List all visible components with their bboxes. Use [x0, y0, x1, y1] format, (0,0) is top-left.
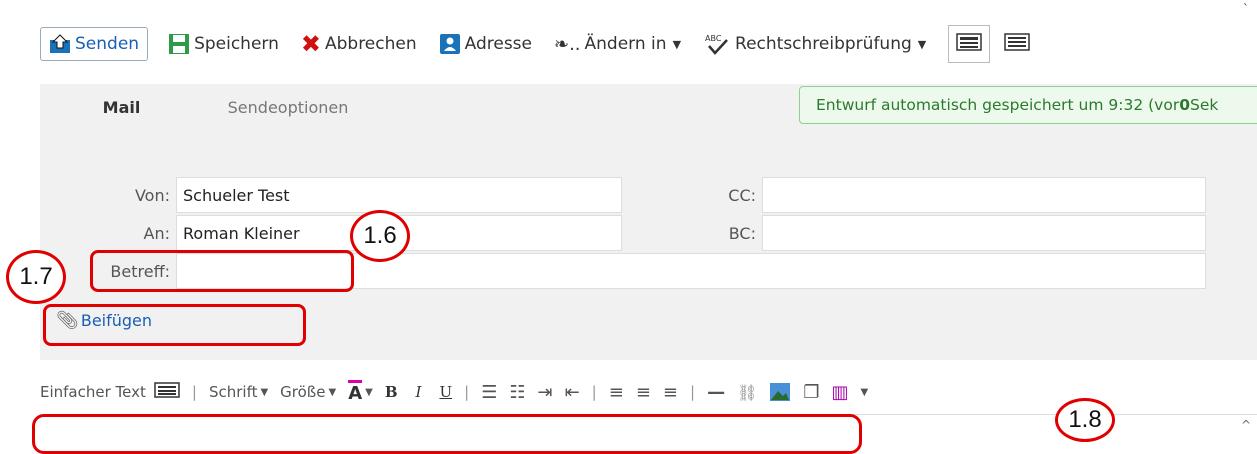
- save-label: Speichern: [194, 34, 279, 54]
- align-center-icon[interactable]: ≡: [636, 382, 651, 403]
- cc-label: CC:: [728, 186, 756, 205]
- horizontal-rule-icon[interactable]: —: [707, 382, 725, 403]
- chevron-down-icon: ▼: [860, 386, 869, 398]
- spellcheck-label: Rechtschreibprüfung: [735, 34, 912, 54]
- annotation-1-8: 1.8: [1055, 398, 1115, 442]
- address-label: Adresse: [464, 34, 532, 54]
- underline-button[interactable]: U: [439, 383, 452, 401]
- view-text-button[interactable]: [996, 25, 1039, 63]
- separator: |: [191, 383, 197, 401]
- rich-view-icon: [956, 32, 982, 56]
- font-label: Schrift: [208, 383, 258, 401]
- indent-icon[interactable]: ⇥: [537, 382, 552, 403]
- floppy-icon: [168, 33, 190, 55]
- cc-field[interactable]: [762, 177, 1206, 213]
- autosave-status: Entwurf automatisch gespeichert um 9:32 …: [799, 86, 1257, 124]
- send-button[interactable]: Senden: [40, 27, 149, 61]
- annotation-1-7: 1.7: [6, 250, 66, 304]
- from-value: Schueler Test: [183, 185, 290, 205]
- font-dropdown[interactable]: Schrift ▼: [209, 383, 268, 401]
- send-icon: [49, 34, 71, 54]
- chevron-down-icon: ▼: [328, 386, 337, 398]
- bc-label: BC:: [728, 224, 756, 243]
- from-field[interactable]: Schueler Test: [176, 177, 622, 213]
- text-color-button[interactable]: A ▼: [348, 380, 373, 404]
- bold-button[interactable]: B: [385, 383, 398, 401]
- separator: |: [591, 383, 597, 401]
- address-button[interactable]: Adresse: [439, 33, 532, 55]
- status-prefix: Entwurf automatisch gespeichert um 9:32 …: [816, 96, 1180, 114]
- text-color-icon: A: [348, 380, 363, 404]
- size-dropdown[interactable]: Größe ▼: [280, 383, 336, 401]
- link-icon[interactable]: ⛓: [737, 383, 757, 402]
- compose-toolbar: Senden Speichern ✖ Abbrechen Adresse ❧..…: [40, 14, 1257, 74]
- send-label: Senden: [75, 34, 140, 54]
- save-button[interactable]: Speichern: [168, 33, 279, 55]
- size-label: Größe: [280, 383, 326, 401]
- compose-tabs: Mail Sendeoptionen Entwurf automatisch g…: [40, 84, 1257, 130]
- change-to-button[interactable]: ❧.. Ändern in ▼: [554, 34, 681, 55]
- separator: |: [690, 383, 696, 401]
- numbered-list-icon[interactable]: ☰: [481, 382, 497, 403]
- outdent-icon[interactable]: ⇤: [565, 382, 580, 403]
- change-icon: ❧..: [554, 33, 581, 55]
- tab-mail[interactable]: Mail: [40, 84, 203, 130]
- italic-button[interactable]: I: [416, 383, 422, 401]
- plain-text-toggle[interactable]: Einfacher Text: [40, 382, 180, 402]
- copy-icon[interactable]: ❐: [803, 382, 819, 403]
- change-label: Ändern in: [584, 34, 667, 54]
- chevron-down-icon: ▼: [365, 386, 373, 398]
- align-right-icon[interactable]: ≡: [663, 382, 678, 403]
- align-left-icon[interactable]: ≡: [609, 382, 624, 403]
- status-suffix: Sek: [1190, 96, 1219, 114]
- tab-send-options[interactable]: Sendeoptionen: [203, 84, 373, 130]
- chevron-down-icon: ▼: [672, 37, 682, 51]
- chevron-down-icon: ▼: [917, 37, 927, 51]
- address-book-icon: [439, 33, 461, 55]
- cancel-label: Abbrechen: [324, 34, 417, 54]
- view-html-button[interactable]: [948, 25, 991, 63]
- plain-text-icon: [154, 382, 180, 402]
- subject-highlight-box: [90, 250, 354, 292]
- to-value: Roman Kleiner: [183, 223, 300, 243]
- chevron-down-icon: ▼: [260, 386, 269, 398]
- bullet-list-icon[interactable]: ☷: [509, 382, 525, 403]
- separator: |: [464, 383, 470, 401]
- close-icon: ✖: [300, 30, 321, 58]
- spellcheck-icon: ABC: [703, 32, 731, 56]
- image-icon[interactable]: [769, 382, 791, 402]
- spellcheck-button[interactable]: ABC Rechtschreibprüfung ▼: [703, 32, 926, 56]
- attach-highlight-box: [43, 304, 306, 346]
- plain-text-label: Einfacher Text: [40, 383, 146, 401]
- status-count: 0: [1179, 96, 1191, 114]
- cancel-button[interactable]: ✖ Abbrechen: [301, 30, 417, 58]
- plain-view-icon: [1004, 32, 1030, 56]
- to-label: An:: [143, 224, 170, 243]
- body-highlight-box: [32, 414, 862, 454]
- annotation-1-6: 1.6: [350, 210, 410, 262]
- bc-field[interactable]: [762, 215, 1206, 251]
- scroll-up-icon[interactable]: ^: [1241, 418, 1251, 432]
- svg-text:ABC: ABC: [705, 34, 722, 43]
- from-label: Von:: [134, 186, 170, 205]
- table-color-icon[interactable]: ▥: [832, 382, 849, 403]
